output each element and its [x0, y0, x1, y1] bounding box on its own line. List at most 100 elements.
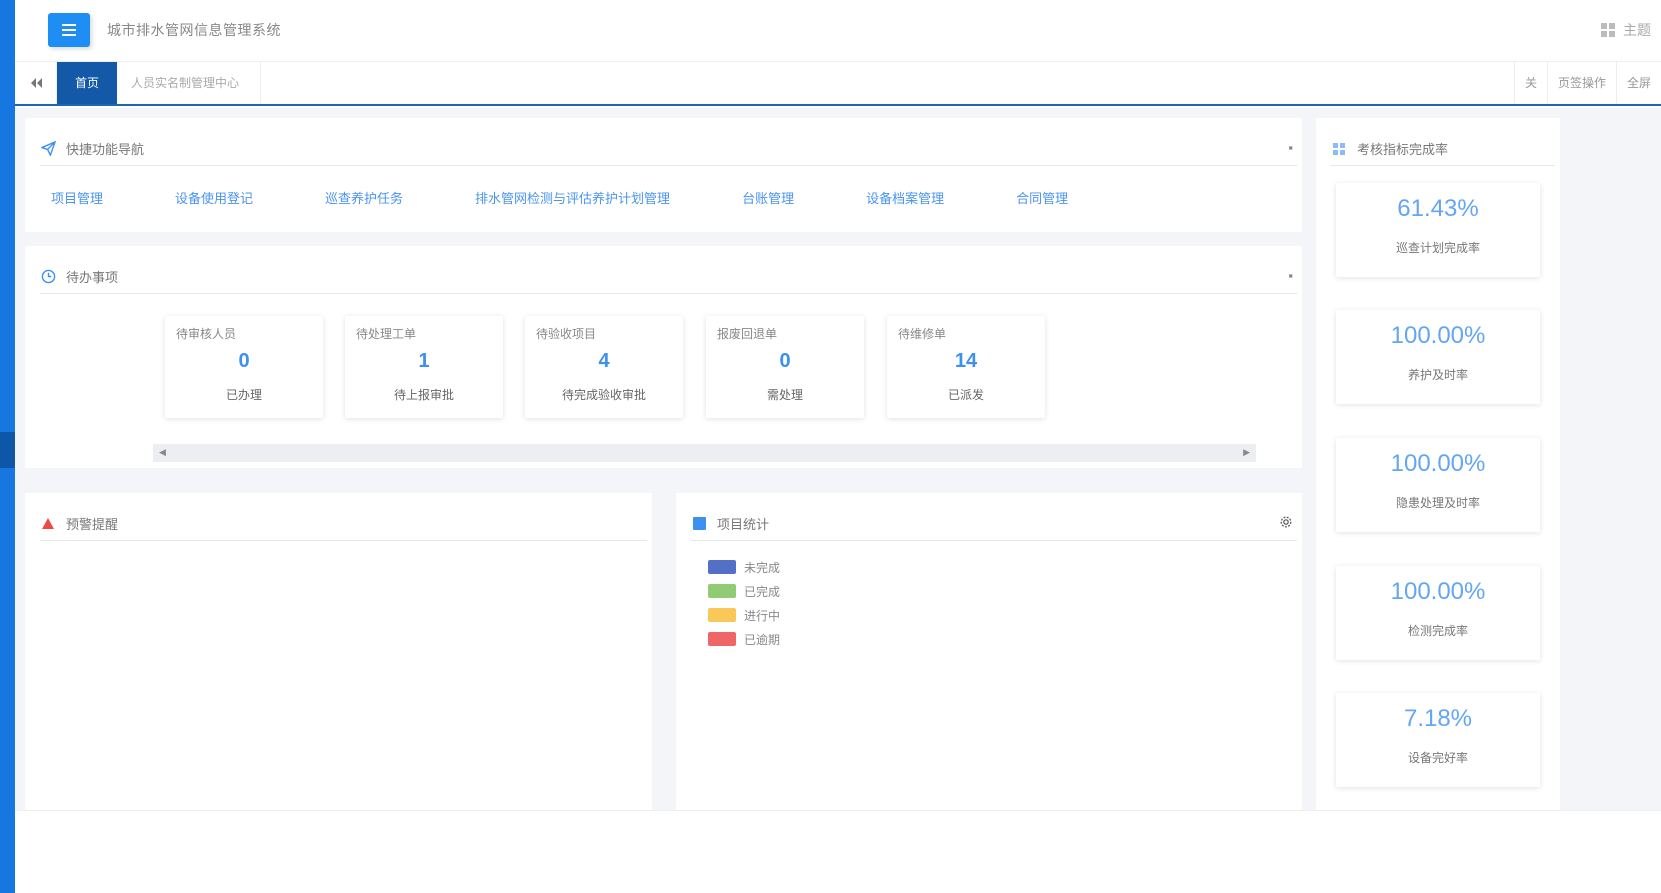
alerts-panel: 预警提醒 — [25, 493, 652, 810]
rate-value: 61.43% — [1397, 195, 1479, 222]
todo-card[interactable]: 待维修单 14 已派发 — [887, 316, 1045, 418]
main-content: 快捷功能导航 ▪ 项目管理 设备使用登记 巡查养护任务 排水管网检测与评估养护计… — [15, 108, 1661, 810]
header-right-tools: 主题 — [1601, 20, 1651, 40]
tab-scroll-left-button[interactable] — [15, 62, 57, 104]
todo-title: 待办事项 — [66, 270, 119, 285]
quick-link[interactable]: 设备档案管理 — [866, 188, 944, 207]
rate-card[interactable]: 100.00% 养护及时率 — [1336, 310, 1540, 404]
paper-plane-icon — [40, 141, 56, 157]
todo-card[interactable]: 待验收项目 4 待完成验收审批 — [525, 316, 683, 418]
tab-personnel[interactable]: 人员实名制管理中心 — [117, 62, 261, 104]
rate-label: 设备完好率 — [1407, 751, 1468, 765]
todo-card[interactable]: 报废回退单 0 需处理 — [706, 316, 864, 418]
legend-item[interactable]: 进行中 — [708, 603, 780, 627]
side-strip-marker — [0, 432, 15, 468]
legend-label: 进行中 — [744, 608, 781, 623]
rate-value: 100.00% — [1390, 578, 1486, 605]
todo-card-title: 待处理工单 — [356, 327, 417, 341]
todo-card-sub: 待完成验收审批 — [561, 388, 646, 402]
rate-card[interactable]: 61.43% 巡查计划完成率 — [1336, 183, 1540, 277]
legend-swatch — [708, 632, 736, 646]
todo-card-title: 报废回退单 — [717, 327, 778, 341]
double-left-icon — [30, 78, 42, 88]
todo-card-sub: 待上报审批 — [393, 388, 454, 402]
todo-card-value: 14 — [954, 350, 978, 372]
menu-toggle-button[interactable] — [48, 13, 90, 47]
quick-links-list: 项目管理 设备使用登记 巡查养护任务 排水管网检测与评估养护计划管理 台账管理 … — [51, 188, 1068, 207]
app-title: 城市排水管网信息管理系统 — [107, 22, 281, 38]
legend-swatch — [708, 584, 736, 598]
menu-icon — [62, 24, 76, 36]
horizontal-scrollbar[interactable]: ◀ ▶ — [153, 444, 1256, 462]
rate-label: 检测完成率 — [1407, 624, 1468, 638]
rate-card[interactable]: 100.00% 隐患处理及时率 — [1336, 438, 1540, 532]
todo-card-title: 待审核人员 — [176, 327, 237, 341]
theme-label[interactable]: 主题 — [1623, 20, 1651, 40]
todo-panel: 待办事项 ▪ 待审核人员 0 已办理 待处理工单 1 待上报审批 待验收项目 4… — [25, 246, 1302, 468]
grid-small-icon — [1331, 141, 1347, 157]
rate-label: 隐患处理及时率 — [1395, 496, 1480, 510]
alerts-header: 预警提醒 — [40, 507, 647, 541]
todo-card-sub: 已办理 — [225, 388, 262, 402]
todo-card-title: 待维修单 — [898, 327, 947, 341]
close-tabs-button[interactable]: 关 — [1513, 62, 1547, 104]
tab-operations-button[interactable]: 页签操作 — [1546, 62, 1616, 104]
quick-links-title: 快捷功能导航 — [66, 142, 145, 157]
todo-card-sub: 已派发 — [947, 388, 984, 402]
todo-card-value: 0 — [238, 350, 250, 372]
quick-links-panel: 快捷功能导航 ▪ 项目管理 设备使用登记 巡查养护任务 排水管网检测与评估养护计… — [25, 118, 1302, 232]
todo-card[interactable]: 待审核人员 0 已办理 — [165, 316, 323, 418]
panel-settings-icon[interactable]: ▪ — [1288, 140, 1293, 155]
gear-icon[interactable] — [1279, 515, 1293, 532]
todo-header: 待办事项 ▪ — [40, 260, 1297, 294]
todo-card-value: 0 — [779, 350, 791, 372]
todo-card-sub: 需处理 — [766, 388, 803, 402]
todo-card-value: 4 — [598, 350, 610, 372]
scroll-right-arrow-icon[interactable]: ▶ — [1243, 447, 1250, 458]
quick-link[interactable]: 设备使用登记 — [175, 188, 253, 207]
top-header: 城市排水管网信息管理系统 主题 — [15, 0, 1661, 62]
stats-panel: 项目统计 未完成 已完成 进行中 已逾期 — [676, 493, 1302, 810]
stats-header: 项目统计 — [691, 507, 1297, 541]
legend-swatch — [708, 560, 736, 574]
bottom-area — [15, 810, 1661, 893]
quick-link[interactable]: 排水管网检测与评估养护计划管理 — [475, 188, 670, 207]
panel-settings-icon[interactable]: ▪ — [1288, 268, 1293, 283]
quick-link[interactable]: 合同管理 — [1016, 188, 1068, 207]
tab-tools: 关 页签操作 全屏 — [1513, 62, 1661, 104]
rate-value: 7.18% — [1403, 705, 1473, 732]
tab-home[interactable]: 首页 — [57, 62, 117, 104]
rate-label: 养护及时率 — [1407, 368, 1468, 382]
legend-label: 已逾期 — [744, 632, 781, 647]
alerts-title: 预警提醒 — [66, 517, 119, 532]
stats-legend: 未完成 已完成 进行中 已逾期 — [708, 555, 780, 651]
rate-card[interactable]: 100.00% 检测完成率 — [1336, 566, 1540, 660]
legend-item[interactable]: 已逾期 — [708, 627, 780, 651]
rate-value: 100.00% — [1390, 450, 1486, 477]
rates-panel: 考核指标完成率 61.43% 巡查计划完成率 100.00% 养护及时率 100… — [1316, 118, 1560, 810]
quick-links-header: 快捷功能导航 ▪ — [40, 132, 1297, 166]
legend-item[interactable]: 已完成 — [708, 579, 780, 603]
rate-label: 巡查计划完成率 — [1395, 241, 1480, 255]
legend-swatch — [708, 608, 736, 622]
quick-link[interactable]: 台账管理 — [742, 188, 794, 207]
scroll-left-arrow-icon[interactable]: ◀ — [159, 447, 166, 458]
side-strip — [0, 0, 15, 893]
stats-title: 项目统计 — [717, 517, 770, 532]
tab-bar: 首页 人员实名制管理中心 关 页签操作 全屏 — [15, 62, 1661, 106]
todo-card-value: 1 — [418, 350, 430, 372]
fullscreen-button[interactable]: 全屏 — [1615, 62, 1661, 104]
legend-label: 未完成 — [744, 560, 781, 575]
rates-title: 考核指标完成率 — [1357, 142, 1449, 157]
legend-item[interactable]: 未完成 — [708, 555, 780, 579]
todo-card-title: 待验收项目 — [536, 327, 597, 341]
rate-value: 100.00% — [1390, 322, 1486, 349]
rates-header: 考核指标完成率 — [1331, 132, 1555, 166]
rate-card[interactable]: 7.18% 设备完好率 — [1336, 693, 1540, 787]
todo-card[interactable]: 待处理工单 1 待上报审批 — [345, 316, 503, 418]
quick-link[interactable]: 巡查养护任务 — [325, 188, 403, 207]
grid-icon[interactable] — [1601, 23, 1615, 37]
legend-label: 已完成 — [744, 584, 781, 599]
clock-icon — [40, 269, 56, 285]
quick-link[interactable]: 项目管理 — [51, 188, 103, 207]
